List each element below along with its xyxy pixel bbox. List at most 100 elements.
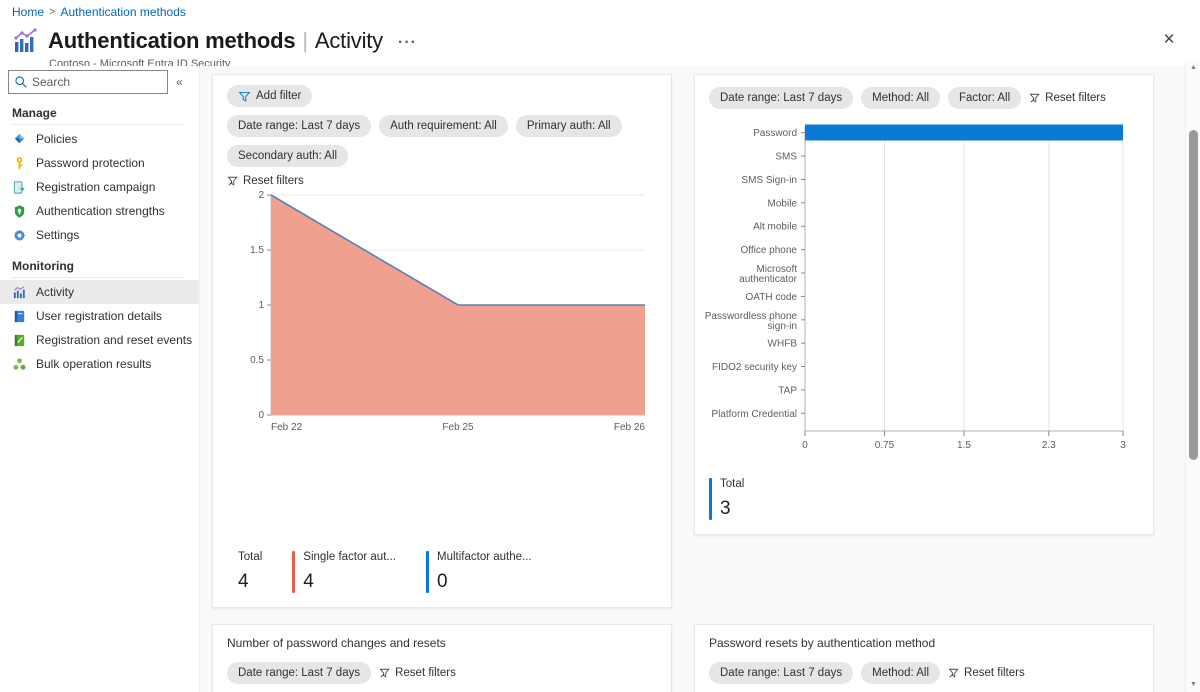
kpi-color-bar [709,478,712,520]
category-label: Alt mobile [753,222,797,233]
reset-filters-button[interactable]: Reset filters [1029,92,1106,104]
sidebar-item-bulk-operation-results[interactable]: Bulk operation results [0,352,200,376]
sidebar-item-user-registration-details[interactable]: User registration details [0,304,200,328]
sidebar-item-registration-and-reset-events[interactable]: Registration and reset events [0,328,200,352]
category-label: SMS Sign-in [741,175,797,186]
filter-pill-method[interactable]: Method: All [861,87,941,109]
sidebar-item-label: Activity [36,285,75,299]
collapse-sidebar-button[interactable]: « [176,75,183,89]
reset-filters-button[interactable]: Reset filters [379,667,456,679]
page-title: Authentication methods | Activity ··· [48,24,417,57]
breadcrumb: Home > Authentication methods [12,5,186,19]
filter-pill-factor[interactable]: Factor: All [948,87,1022,109]
sidebar-item-settings[interactable]: Settings [0,223,200,247]
dashboard-canvas: Add filter Date range: Last 7 days Auth … [200,66,1188,692]
reset-filters-button[interactable]: Reset filters [948,667,1025,679]
filter-pill-date-range[interactable]: Date range: Last 7 days [227,115,372,137]
category-label: Platform Credential [711,409,797,420]
category-label: sign-in [768,321,797,332]
filter-pill-date-range[interactable]: Date range: Last 7 days [709,87,854,109]
category-label: FIDO2 security key [712,362,797,373]
add-filter-row: Add filter [213,75,671,107]
card-title: Password resets by authentication method [709,636,936,650]
category-label: Mobile [768,198,798,209]
sidebar-section-manage: Manage [12,106,57,120]
reset-filters-label: Reset filters [243,175,304,187]
filter-icon [238,91,251,102]
scrollbar-thumb[interactable] [1189,130,1198,460]
key-icon [16,156,23,169]
search-input[interactable] [32,75,160,89]
page-scrollbar[interactable]: ▲ ▼ [1185,60,1200,692]
reset-filters-label: Reset filters [1045,92,1106,104]
add-filter-label: Add filter [256,90,302,102]
kpi-value: 3 [720,498,731,519]
category-label: Password [753,128,797,139]
auth-activity-kpi-strip: Total 4 Single factor aut... 4 Multifact… [227,551,657,593]
reset-filter-icon [948,668,959,678]
y-tick-label: 1.5 [250,245,264,256]
category-label: OATH code [746,292,798,303]
scroll-down-icon[interactable]: ▼ [1186,677,1200,692]
sidebar-item-password-protection[interactable]: Password protection [0,151,200,175]
reset-filters-button[interactable]: Reset filters [227,175,304,187]
method-usage-kpi-strip: Total 3 [709,478,1139,520]
kpi-label: Single factor aut... [303,551,396,563]
sidebar-item-authentication-strengths[interactable]: Authentication strengths [0,199,200,223]
filter-pills-row: Date range: Last 7 days Method: All Rese… [695,662,1153,684]
page-title-tab: Activity [314,27,383,53]
scroll-up-icon[interactable]: ▲ [1186,60,1200,75]
kpi-color-bar [426,551,429,593]
reset-filter-icon [1029,93,1040,103]
add-filter-button[interactable]: Add filter [227,85,313,107]
search-icon [15,76,27,88]
reset-filters-label: Reset filters [964,667,1025,679]
kpi-total: Total 3 [709,478,774,520]
y-tick-label: 0 [258,410,264,421]
x-tick-label: 3 [1120,440,1126,451]
breadcrumb-current-link[interactable]: Authentication methods [60,5,185,19]
filter-pill-date-range[interactable]: Date range: Last 7 days [709,662,854,684]
method-usage-bar-chart[interactable]: Password SMS SMS Sign-in Mobile Alt mobi… [703,121,1147,465]
more-actions-button[interactable]: ··· [398,29,417,57]
auth-activity-area-chart[interactable]: 2 1.5 1 0.5 0 Feb 22 Feb 25 Feb 26 [227,187,659,442]
method-usage-card: Date range: Last 7 days Method: All Fact… [694,74,1154,535]
activity-chart-icon [14,28,37,52]
bulk-operations-icon [13,357,26,370]
x-tick-label: 1.5 [957,440,971,451]
sidebar-item-label: Password protection [36,156,145,170]
filter-pill-primary-auth[interactable]: Primary auth: All [515,115,622,137]
y-tick-label: 2 [258,190,264,201]
kpi-single-factor: Single factor aut... 4 [292,551,426,593]
filter-pill-method[interactable]: Method: All [861,662,941,684]
sidebar-item-policies[interactable]: Policies [0,127,200,151]
kpi-value: 0 [437,571,448,592]
search-box[interactable] [8,70,168,94]
password-changes-card: Number of password changes and resets Da… [212,624,672,692]
page-title-divider: | [302,27,308,53]
sidebar-item-activity[interactable]: Activity [0,280,200,304]
reset-filter-icon [227,176,238,186]
filter-pill-auth-requirement[interactable]: Auth requirement: All [379,115,508,137]
kpi-label: Total [720,478,745,490]
card-title: Number of password changes and resets [227,636,446,650]
sidebar-item-registration-campaign[interactable]: Registration campaign [0,175,200,199]
reset-filters-label: Reset filters [395,667,456,679]
y-tick-label: 1 [258,300,264,311]
kpi-total: Total 4 [227,551,292,593]
filter-pills-row: Date range: Last 7 days Reset filters [213,662,671,684]
breadcrumb-home-link[interactable]: Home [12,5,44,19]
sidebar-item-label: Registration and reset events [36,333,193,347]
kpi-color-bar [227,551,230,593]
filter-pill-date-range[interactable]: Date range: Last 7 days [227,662,372,684]
registration-campaign-icon [13,180,25,194]
password-resets-card: Password resets by authentication method… [694,624,1154,692]
filter-pill-secondary-auth[interactable]: Secondary auth: All [227,145,349,167]
y-tick-label: 0.5 [250,355,264,366]
x-tick-label: 0.75 [875,440,895,451]
x-tick-label: 2.3 [1042,440,1056,451]
events-icon [14,334,25,346]
close-icon[interactable]: ✕ [1158,28,1180,50]
sidebar-item-label: Bulk operation results [36,357,152,371]
sidebar-divider [12,277,184,278]
